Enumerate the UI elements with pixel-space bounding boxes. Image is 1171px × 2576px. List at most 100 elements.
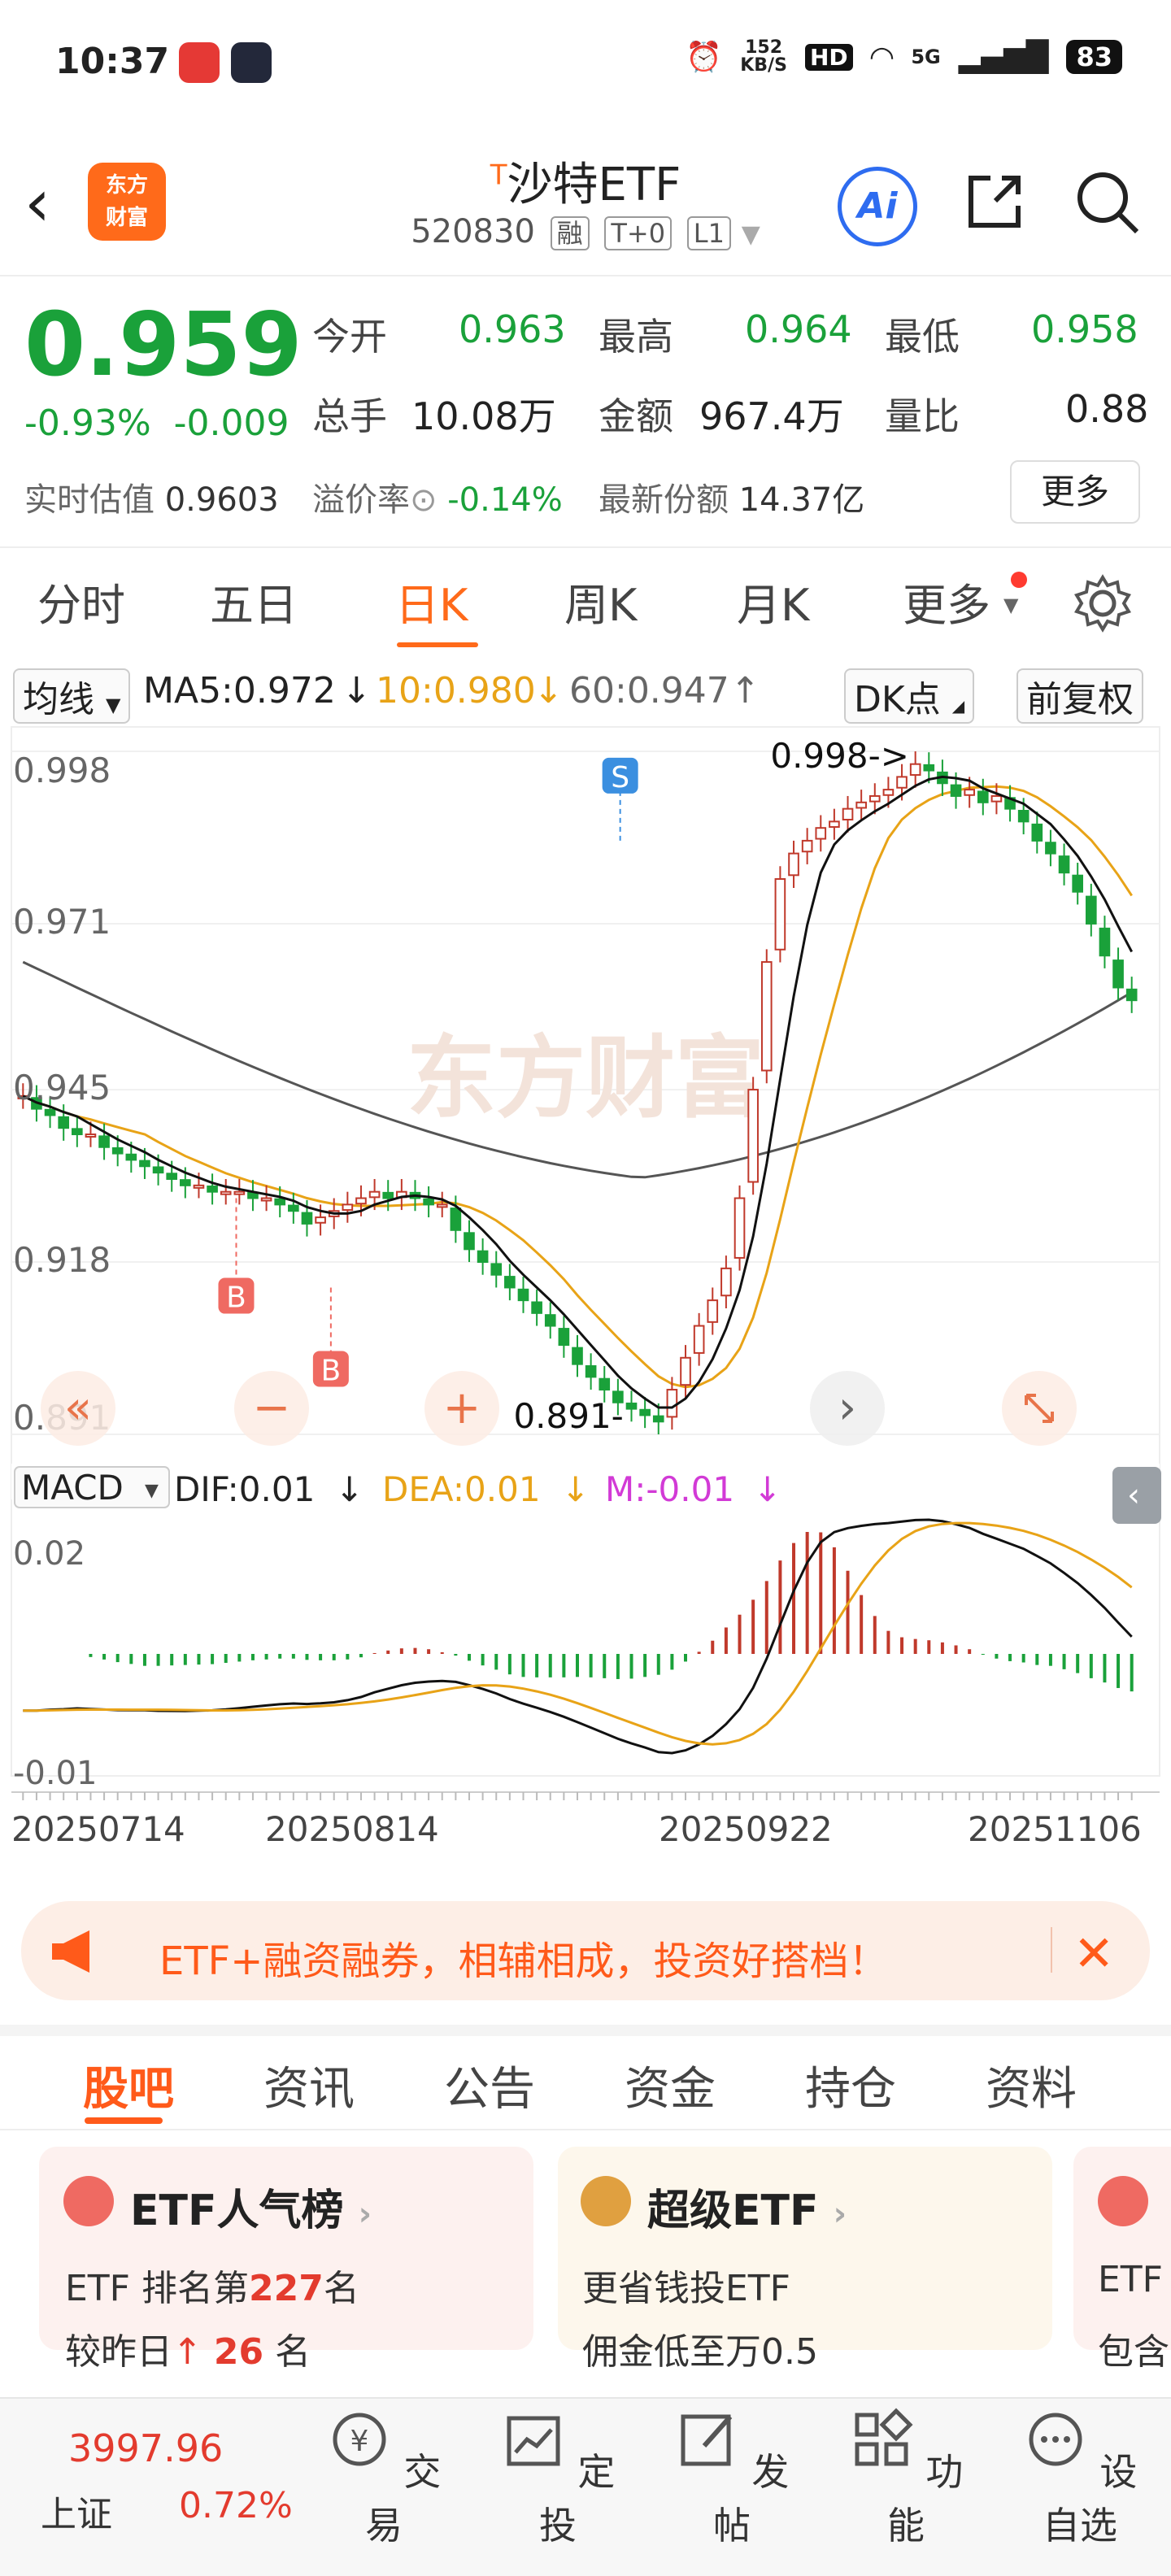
ma-selector[interactable]: 均线 ▼ <box>13 668 131 724</box>
ma10-arrow-icon: ↓ <box>533 670 564 711</box>
tab-profile[interactable]: 资料 <box>986 2052 1077 2118</box>
zoom-in-icon: + <box>443 1382 481 1434</box>
tab-weekly-k[interactable]: 周K <box>564 569 637 633</box>
candle-body <box>490 1263 503 1276</box>
candle-body <box>585 1365 597 1378</box>
trade-button[interactable]: ¥ 交易 <box>319 2407 449 2550</box>
ai-button[interactable]: Ai <box>838 167 917 246</box>
close-icon[interactable]: ✕ <box>1073 1925 1114 1982</box>
settings-gear-icon[interactable] <box>1070 571 1135 636</box>
candle-body <box>990 794 1003 803</box>
candle-body <box>788 852 799 877</box>
low-label: 最低 <box>885 315 960 359</box>
index-name[interactable]: 上证 <box>41 2485 112 2537</box>
candle-body <box>801 839 813 853</box>
candle-body <box>544 1314 556 1327</box>
ma60-value: 60:0.947 <box>569 670 729 711</box>
candle-body <box>680 1356 691 1386</box>
macd-dif: DIF:0.01 <box>174 1469 315 1509</box>
candle-body <box>666 1389 678 1418</box>
adjust-mode-button[interactable]: 前复权 <box>1016 668 1143 724</box>
candle-body <box>504 1276 516 1289</box>
add-watchlist-button[interactable]: 设自选 <box>1015 2407 1145 2550</box>
functions-button[interactable]: 功能 <box>841 2407 971 2550</box>
ma-selector-arrow-icon: ▼ <box>106 694 121 716</box>
candle-body <box>950 784 962 797</box>
post-button[interactable]: 发帖 <box>667 2407 797 2550</box>
auto-invest-button[interactable]: 定投 <box>493 2407 623 2550</box>
card-2-chevron-icon: › <box>833 2195 847 2233</box>
candle-body <box>220 1190 232 1195</box>
tab-announcements[interactable]: 公告 <box>444 2052 535 2118</box>
candle-body <box>152 1166 164 1174</box>
tab-five-day[interactable]: 五日 <box>210 569 298 633</box>
more-quote-button[interactable]: 更多 <box>1010 460 1140 524</box>
volume-ratio-label: 量比 <box>885 394 960 438</box>
candle-body <box>1099 927 1111 957</box>
candle-body <box>436 1203 448 1208</box>
open-value: 0.963 <box>459 307 566 351</box>
dk-point-button[interactable]: DK点 ◢ <box>844 668 975 724</box>
card-1-chevron-icon: › <box>358 2195 372 2233</box>
candle-body <box>558 1328 570 1347</box>
card-1-delta-suffix: 名 <box>275 2331 311 2373</box>
x-axis-ticks <box>22 1792 1133 1800</box>
tab-intraday[interactable]: 分时 <box>37 569 125 633</box>
candle-body <box>368 1190 381 1199</box>
candle-body <box>315 1216 326 1224</box>
candle-body <box>734 1197 746 1259</box>
candle-body <box>233 1190 246 1195</box>
forward-button[interactable]: › <box>810 1371 885 1446</box>
promo-text: ETF+融资融券，相辅相成，投资好搭档！ <box>159 1939 888 1984</box>
rewind-button[interactable]: « <box>41 1371 115 1446</box>
tab-holdings[interactable]: 持仓 <box>805 2052 896 2118</box>
active-tab-underline <box>397 642 478 647</box>
info-icon[interactable]: ⊙ <box>410 481 437 519</box>
dropdown-icon: ▼ <box>741 220 760 249</box>
grid-icon <box>855 2408 913 2466</box>
index-value[interactable]: 3997.96 <box>68 2426 223 2470</box>
tab-news[interactable]: 资讯 <box>263 2052 355 2118</box>
tag-t0: T+0 <box>604 216 673 250</box>
dk-point-label: DK点 <box>854 679 941 720</box>
open-label: 今开 <box>312 315 387 359</box>
tag-l1: L1 <box>686 216 731 250</box>
low-price-annotation: 0.891- <box>513 1396 623 1436</box>
candle-body <box>896 776 908 789</box>
share-icon[interactable] <box>960 167 1030 237</box>
kline-chart[interactable]: 东方财富 0.9980.9710.9450.9180.891 0.998->0.… <box>0 719 1171 1882</box>
tab-more[interactable]: 更多 <box>903 569 990 633</box>
price-change: -0.93% -0.009 <box>24 402 289 444</box>
fullscreen-button[interactable] <box>1002 1371 1077 1446</box>
change-percent: -0.93% <box>24 402 151 444</box>
card-1-rank: 227 <box>248 2268 324 2309</box>
zoom-out-button[interactable]: − <box>234 1371 309 1446</box>
candle-body <box>531 1301 542 1314</box>
candle-body <box>85 1134 97 1138</box>
megaphone-icon <box>52 1930 89 1973</box>
candle-body <box>707 1299 719 1323</box>
ranking-icon <box>63 2176 114 2226</box>
estimate-value: 0.9603 <box>164 481 279 519</box>
candle-body <box>207 1186 218 1193</box>
estimate-row: 实时估值 0.9603 <box>24 473 279 520</box>
candle-body <box>625 1402 638 1410</box>
tab-capital[interactable]: 资金 <box>625 2052 716 2118</box>
svg-text:¥: ¥ <box>350 2425 368 2458</box>
estimate-label: 实时估值 <box>24 481 155 519</box>
last-price: 0.959 <box>24 294 303 396</box>
tab-forum[interactable]: 股吧 <box>83 2052 174 2118</box>
candle-body <box>342 1203 354 1212</box>
candle-body <box>815 827 827 840</box>
macd-dea: DEA:0.01 <box>382 1469 541 1509</box>
zoom-in-button[interactable]: + <box>424 1371 499 1446</box>
macd-selector-label: MACD <box>21 1468 124 1508</box>
high-price-annotation: 0.998-> <box>770 736 909 776</box>
candle-body <box>693 1325 705 1354</box>
macd-dea-arrow-icon: ↓ <box>561 1469 590 1509</box>
tab-monthly-k[interactable]: 月K <box>737 569 809 633</box>
candle-body <box>1125 988 1138 1002</box>
shares-value: 14.37亿 <box>738 481 865 519</box>
search-icon[interactable] <box>1072 167 1142 237</box>
tab-daily-k[interactable]: 日K <box>395 569 468 633</box>
